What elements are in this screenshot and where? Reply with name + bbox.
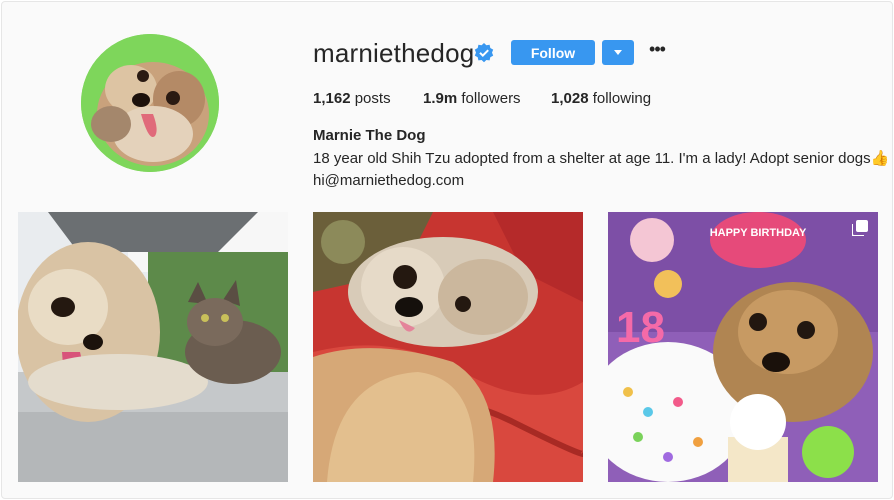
followers-count: 1.9m — [423, 90, 458, 107]
followers-stat[interactable]: 1.9m followers — [423, 90, 521, 107]
dog-birthday-cake-photo: HAPPY BIRTHDAY 18 — [608, 212, 878, 482]
post-thumbnail-2[interactable] — [313, 212, 583, 482]
following-stat[interactable]: 1,028 following — [551, 90, 651, 107]
profile-page: marniethedog Follow ••• 1,162 posts 1.9m… — [1, 1, 893, 499]
follow-button[interactable]: Follow — [511, 40, 595, 65]
posts-label: posts — [354, 90, 391, 107]
multiple-photos-icon — [852, 220, 868, 236]
bio-email-link[interactable]: hi@marniethedog.com — [313, 172, 464, 189]
bio-full-name: Marnie The Dog — [313, 127, 426, 144]
verified-badge-icon — [474, 43, 494, 63]
post-thumbnail-1[interactable] — [18, 212, 288, 482]
profile-avatar[interactable] — [81, 34, 219, 172]
posts-stat: 1,162 posts — [313, 90, 391, 107]
profile-username: marniethedog — [313, 38, 475, 68]
post-thumbnail-3[interactable]: HAPPY BIRTHDAY 18 — [608, 212, 878, 482]
dog-on-red-blanket-photo — [313, 212, 583, 482]
following-count: 1,028 — [551, 90, 589, 107]
more-options-icon[interactable]: ••• — [646, 40, 668, 62]
suggestions-dropdown-button[interactable] — [602, 40, 634, 65]
bio-text: 18 year old Shih Tzu adopted from a shel… — [313, 150, 890, 167]
followers-label: followers — [461, 90, 521, 107]
dog-and-cat-photo — [18, 212, 288, 482]
posts-count: 1,162 — [313, 90, 351, 107]
following-label: following — [592, 90, 652, 107]
birthday-banner-text: HAPPY BIRTHDAY — [710, 227, 807, 239]
